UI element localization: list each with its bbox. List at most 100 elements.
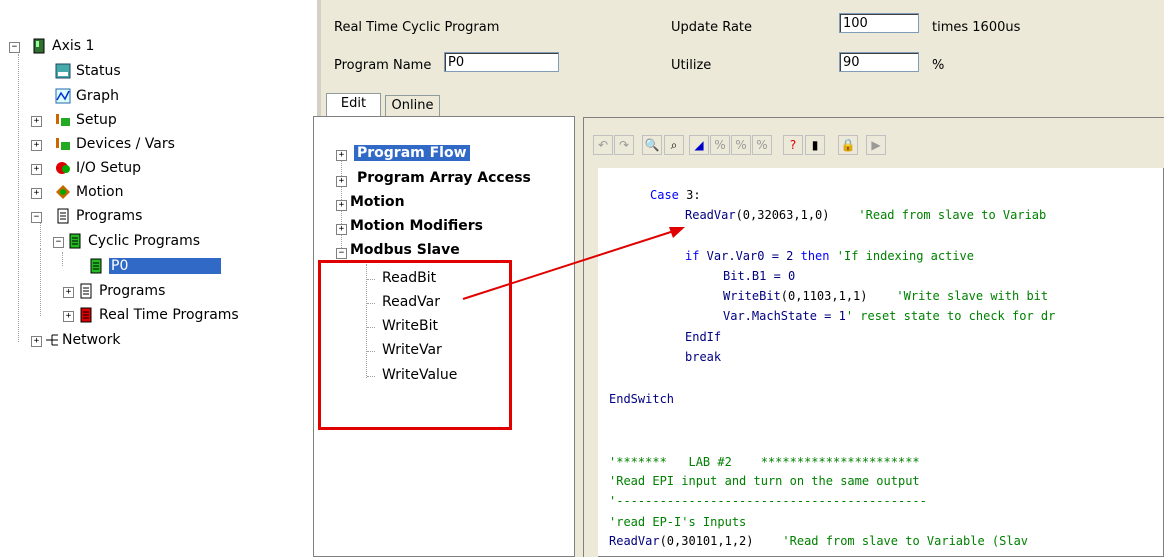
expand-axis-toggle[interactable]: −: [9, 42, 20, 53]
expand-motion-toggle[interactable]: +: [31, 188, 42, 199]
clear-bookmarks-button[interactable]: %: [752, 135, 772, 155]
expand-programs-toggle[interactable]: −: [31, 212, 42, 223]
tree-item-status[interactable]: Status: [55, 61, 121, 81]
code-text: (0,32063,1,0): [735, 208, 830, 222]
cyclic-programs-icon: [67, 233, 83, 249]
code-line-read-inputs-comment: 'read EP-I's Inputs: [609, 515, 747, 529]
tree-label: Status: [76, 63, 121, 79]
code-line-readvar-2: ReadVar(0,30101,1,2) 'Read from slave to…: [609, 532, 1028, 550]
expand-motion-modifiers-toggle[interactable]: +: [336, 224, 347, 235]
code-comment: 'If indexing active: [829, 249, 975, 263]
network-icon: [44, 332, 60, 348]
drive-icon: [31, 38, 47, 54]
tree-label: Programs: [99, 283, 166, 299]
code-line-separator-comment: '---------------------------------------…: [609, 494, 927, 508]
tree-item-network[interactable]: Network: [44, 330, 120, 350]
tree-item-programs[interactable]: Programs: [55, 206, 142, 226]
update-rate-label: Update Rate: [671, 20, 753, 35]
find-button[interactable]: 🔍: [642, 135, 662, 155]
utilize-input[interactable]: 90: [839, 52, 919, 72]
expand-cyclic-programs-toggle[interactable]: −: [53, 237, 64, 248]
tree-label: Programs: [76, 208, 143, 224]
code-line-readvar: ReadVar(0,32063,1,0) 'Read from slave to…: [685, 206, 1046, 224]
tree-item-real-time-programs[interactable]: Real Time Programs: [78, 305, 239, 325]
tree-label: Graph: [76, 88, 119, 104]
find-replace-button[interactable]: ⌕: [664, 135, 684, 155]
annotation-arrow: [462, 227, 685, 300]
code-comment: 'Read from slave to Variable (Slav: [753, 534, 1029, 548]
previous-bookmark-button[interactable]: %: [731, 135, 751, 155]
devices-icon: [55, 136, 71, 152]
code-line-lab-comment: '******* LAB #2 **********************: [609, 455, 920, 469]
real-time-programs-icon: [78, 307, 94, 323]
code-line-writebit: WriteBit(0,1103,1,1) 'Write slave with b…: [723, 287, 1048, 305]
next-bookmark-button[interactable]: %: [710, 135, 730, 155]
project-tree-pane[interactable]: − Axis 1 Status Graph + Setup + Devices …: [0, 0, 316, 557]
func-category-program-flow[interactable]: Program Flow: [354, 145, 470, 161]
expand-program-array-access-toggle[interactable]: +: [336, 176, 347, 187]
code-text: Var.Var0 = 2: [699, 249, 801, 263]
expand-setup-toggle[interactable]: +: [31, 116, 42, 127]
window-title: Real Time Cyclic Program: [334, 20, 500, 35]
redo-button[interactable]: ↷: [614, 135, 634, 155]
utilize-unit: %: [932, 58, 945, 73]
toggle-bookmark-button[interactable]: ◢: [689, 135, 709, 155]
code-line-read-epi-comment: 'Read EPI input and turn on the same out…: [609, 474, 920, 488]
help-button[interactable]: ?: [783, 135, 803, 155]
tree-item-io-setup[interactable]: I/O Setup: [55, 158, 141, 178]
code-line-bit-assign: Bit.B1 = 0: [723, 269, 796, 283]
tree-item-p0[interactable]: P0: [88, 256, 221, 276]
func-category-motion[interactable]: Motion: [350, 194, 405, 210]
motion-icon: [55, 184, 71, 200]
tree-label: Real Time Programs: [99, 307, 239, 323]
lock-button[interactable]: 🔒: [838, 135, 858, 155]
code-text: (0,1103,1,1): [780, 289, 868, 303]
tree-item-sub-programs[interactable]: Programs: [78, 281, 165, 301]
tree-label: Cyclic Programs: [88, 233, 201, 249]
tree-item-axis-1[interactable]: Axis 1: [31, 36, 94, 56]
code-comment: 'Read from slave to Variab: [829, 208, 1047, 222]
expand-network-toggle[interactable]: +: [31, 336, 42, 347]
tab-edit[interactable]: Edit: [326, 93, 381, 116]
expand-io-setup-toggle[interactable]: +: [31, 164, 42, 175]
code-comment: ' reset state to check for dr: [845, 309, 1056, 323]
tree-label-selected: P0: [109, 258, 221, 274]
tree-label: I/O Setup: [76, 160, 142, 176]
code-editor[interactable]: [583, 117, 1164, 557]
expand-devices-toggle[interactable]: +: [31, 140, 42, 151]
tree-label: Devices / Vars: [76, 136, 175, 152]
tree-item-motion[interactable]: Motion: [55, 182, 123, 202]
graph-icon: [55, 88, 71, 104]
expand-motion-toggle[interactable]: +: [336, 200, 347, 211]
expand-program-flow-toggle[interactable]: +: [336, 150, 347, 161]
func-category-program-array-access[interactable]: Program Array Access: [357, 170, 531, 186]
tree-item-setup[interactable]: Setup: [55, 110, 117, 130]
code-line-machstate: Var.MachState = 1' reset state to check …: [723, 307, 1055, 325]
tree-item-cyclic-programs[interactable]: Cyclic Programs: [67, 231, 200, 251]
tree-item-devices-vars[interactable]: Devices / Vars: [55, 134, 175, 154]
programs-icon: [55, 208, 71, 224]
status-icon: [55, 63, 71, 79]
update-rate-input[interactable]: 100: [839, 13, 919, 33]
tree-item-graph[interactable]: Graph: [55, 86, 119, 106]
tree-label: Motion: [76, 184, 124, 200]
expand-sub-programs-toggle[interactable]: +: [63, 287, 74, 298]
expand-real-time-programs-toggle[interactable]: +: [63, 311, 74, 322]
code-text: (0,30101,1,2): [659, 534, 754, 548]
undo-button[interactable]: ↶: [593, 135, 613, 155]
tree-label: Setup: [76, 112, 117, 128]
io-setup-icon: [55, 160, 71, 176]
tab-online[interactable]: Online: [385, 95, 440, 116]
setup-icon: [55, 112, 71, 128]
run-button[interactable]: ▶: [866, 135, 886, 155]
code-text: 3:: [678, 188, 701, 202]
func-category-modbus-slave[interactable]: Modbus Slave: [350, 242, 460, 258]
code-line-break: break: [685, 350, 722, 364]
tree-label: Axis 1: [52, 38, 95, 54]
expand-modbus-slave-toggle[interactable]: −: [336, 248, 347, 259]
code-keyword: Case: [650, 188, 679, 202]
program-name-input[interactable]: P0: [444, 52, 559, 72]
code-comment: 'Write slave with bit: [867, 289, 1049, 303]
compile-button[interactable]: ▮: [805, 135, 825, 155]
code-function: WriteBit: [723, 289, 781, 303]
